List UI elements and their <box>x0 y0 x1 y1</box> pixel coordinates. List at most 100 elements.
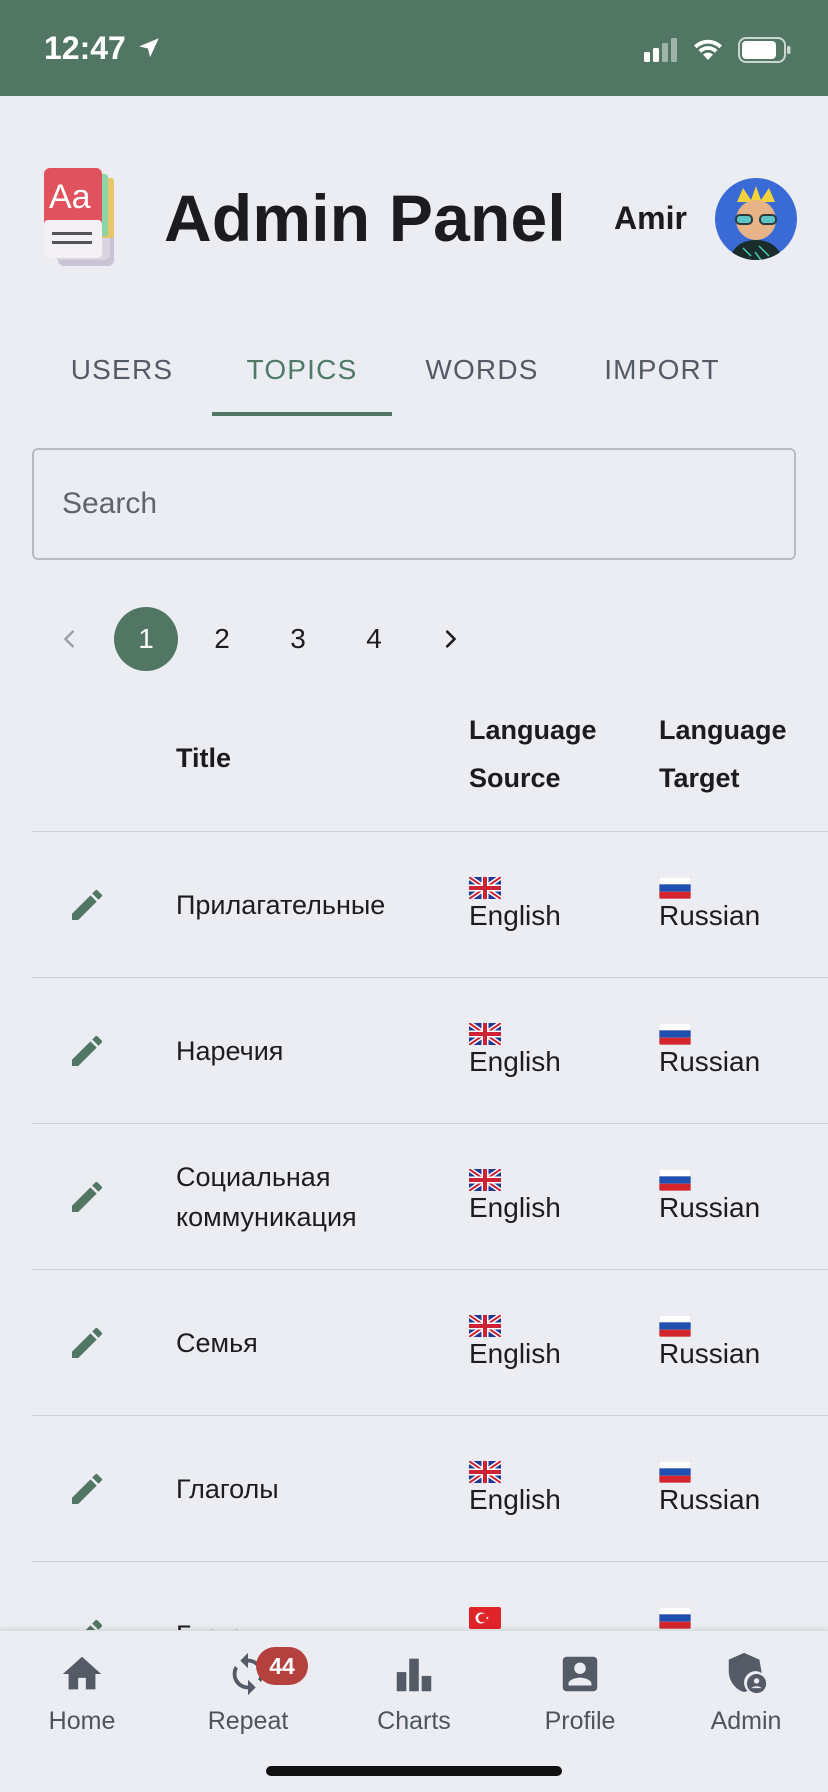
cellular-signal-icon <box>644 38 677 62</box>
next-page-button[interactable] <box>412 606 488 672</box>
topic-title-text: Глаголы <box>176 1474 279 1504</box>
language-source-cell: English <box>467 1162 561 1228</box>
table-row: Социальная коммуникация English Russian <box>32 1124 828 1270</box>
column-header-target: Language Target <box>659 715 787 793</box>
gb-flag-icon <box>467 870 503 902</box>
language-target: Russian <box>659 1046 761 1077</box>
chevron-right-icon <box>445 630 456 648</box>
pagination: 1 2 3 4 <box>32 606 488 672</box>
tr-flag-icon <box>469 1600 501 1629</box>
table-row: Прилагательные English Russian <box>32 832 828 978</box>
edit-topic-button[interactable] <box>62 1464 112 1514</box>
chevron-left-icon <box>64 630 74 648</box>
nav-repeat[interactable]: 44 Repeat <box>168 1647 328 1751</box>
edit-icon <box>72 1327 103 1358</box>
search-input[interactable] <box>34 450 794 558</box>
language-source-cell: English <box>467 870 561 936</box>
wifi-icon <box>694 39 722 60</box>
gb-flag-icon <box>467 1016 503 1048</box>
app-logo: Aa <box>44 168 114 266</box>
topic-title: Социальная коммуникация <box>176 1124 446 1270</box>
edit-topic-button[interactable] <box>62 1026 112 1076</box>
nav-home[interactable]: Home <box>2 1651 162 1751</box>
tab-words[interactable]: WORDS <box>392 336 572 416</box>
language-target: Russian <box>659 900 761 931</box>
edit-topic-button[interactable] <box>62 1318 112 1368</box>
ru-flag-icon <box>658 870 692 900</box>
language-source: English <box>469 1338 561 1369</box>
avatar-image <box>729 186 783 260</box>
language-source-cell: English <box>467 1016 561 1082</box>
table-row: Глаголы English Russian <box>32 1416 828 1562</box>
profile-icon <box>562 1656 598 1692</box>
status-icons <box>644 30 792 70</box>
topic-title-text: Наречия <box>176 1036 284 1066</box>
svg-text:Aa: Aa <box>49 178 91 216</box>
language-source-cell: English <box>467 1308 561 1374</box>
page-title: Admin Panel <box>164 181 566 255</box>
column-header-source: Language Source <box>469 715 597 793</box>
avatar[interactable] <box>715 178 797 260</box>
nav-label-admin: Admin <box>710 1707 782 1735</box>
edit-topic-button[interactable] <box>62 880 112 930</box>
status-time-group: 12:47 <box>44 28 162 68</box>
gb-flag-icon <box>467 1162 503 1194</box>
page-1-button[interactable]: 1 <box>114 607 178 671</box>
tab-users[interactable]: USERS <box>32 336 212 416</box>
location-arrow-icon <box>139 38 159 58</box>
search-field <box>32 448 796 560</box>
home-indicator <box>266 1766 562 1776</box>
column-header-title: Title <box>176 743 232 773</box>
language-target-cell: Russian <box>658 1016 761 1082</box>
topics-table: Title Language Source Language Target Пр… <box>32 686 828 1708</box>
language-source: English <box>469 1192 561 1223</box>
ru-flag-icon <box>658 1016 692 1046</box>
table-body: Прилагательные English Russian Наречия Engli… <box>32 832 828 1708</box>
edit-icon <box>72 1473 103 1504</box>
battery-icon <box>738 37 791 63</box>
language-target-cell: Russian <box>658 1308 761 1374</box>
topic-title: Прилагательные <box>176 832 446 978</box>
edit-icon <box>72 1035 103 1066</box>
language-target: Russian <box>659 1338 761 1369</box>
nav-admin[interactable]: Admin <box>666 1651 826 1751</box>
language-target: Russian <box>659 1192 761 1223</box>
language-target: Russian <box>659 1484 761 1515</box>
language-source-cell <box>469 1600 501 1629</box>
admin-tabs: USERS TOPICS WORDS IMPORT <box>32 336 796 416</box>
tab-topics[interactable]: TOPICS <box>212 336 392 416</box>
edit-topic-button[interactable] <box>62 1172 112 1222</box>
nav-label-charts: Charts <box>377 1707 451 1735</box>
page-3-button[interactable]: 3 <box>266 607 330 671</box>
tab-import[interactable]: IMPORT <box>572 336 752 416</box>
ru-flag-icon <box>658 1454 692 1484</box>
table-row: Семья English Russian <box>32 1270 828 1416</box>
language-target-cell: Russian <box>658 870 761 936</box>
gb-flag-icon <box>467 1454 503 1486</box>
nav-charts[interactable]: Charts <box>334 1651 494 1751</box>
language-source-cell: English <box>467 1454 561 1520</box>
nav-label-repeat: Repeat <box>207 1707 289 1735</box>
home-icon <box>62 1656 102 1690</box>
nav-profile[interactable]: Profile <box>500 1651 660 1751</box>
page-4-button[interactable]: 4 <box>342 607 406 671</box>
bar-chart-icon <box>396 1658 432 1692</box>
edit-icon <box>72 889 103 920</box>
language-source: English <box>469 1046 561 1077</box>
topic-title-text: Прилагательные <box>176 890 386 920</box>
page-2-button[interactable]: 2 <box>190 607 254 671</box>
repeat-badge: 44 <box>256 1647 308 1685</box>
table-row: Наречия English Russian <box>32 978 828 1124</box>
topic-title-text: Социальная коммуникация <box>176 1162 357 1232</box>
edit-icon <box>72 1181 103 1212</box>
table-header: Title Language Source Language Target <box>32 686 828 832</box>
ru-flag-icon <box>658 1162 692 1192</box>
admin-shield-icon <box>728 1652 767 1694</box>
topic-title: Семья <box>176 1270 446 1416</box>
language-target-cell <box>658 1600 692 1630</box>
user-name: Amir <box>614 200 687 236</box>
topic-title: Глаголы <box>176 1416 446 1562</box>
prev-page-button[interactable] <box>32 606 108 672</box>
language-source: English <box>469 1484 561 1515</box>
language-target-cell: Russian <box>658 1162 761 1228</box>
